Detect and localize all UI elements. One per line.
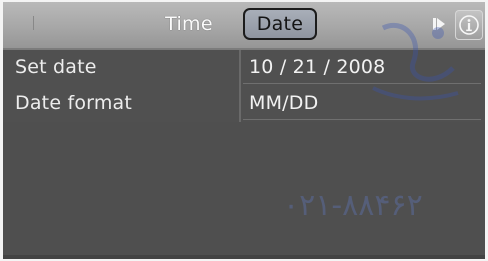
watermark-logo bbox=[372, 23, 459, 101]
tab-time[interactable]: Time bbox=[149, 8, 229, 40]
setting-label: Date format bbox=[15, 92, 133, 114]
watermark-text: ۰۲۱-۸۸۴۶۲ bbox=[283, 188, 423, 223]
setting-value[interactable]: MM/DD bbox=[249, 86, 318, 120]
settings-screen: Time Date Set date 10 / 21 / 2008 Date f… bbox=[3, 2, 485, 259]
row-divider bbox=[243, 119, 481, 120]
tab-separator bbox=[33, 16, 34, 30]
setting-label: Set date bbox=[15, 56, 97, 78]
screen-bottom-edge bbox=[3, 255, 485, 259]
tab-date[interactable]: Date bbox=[243, 8, 317, 40]
